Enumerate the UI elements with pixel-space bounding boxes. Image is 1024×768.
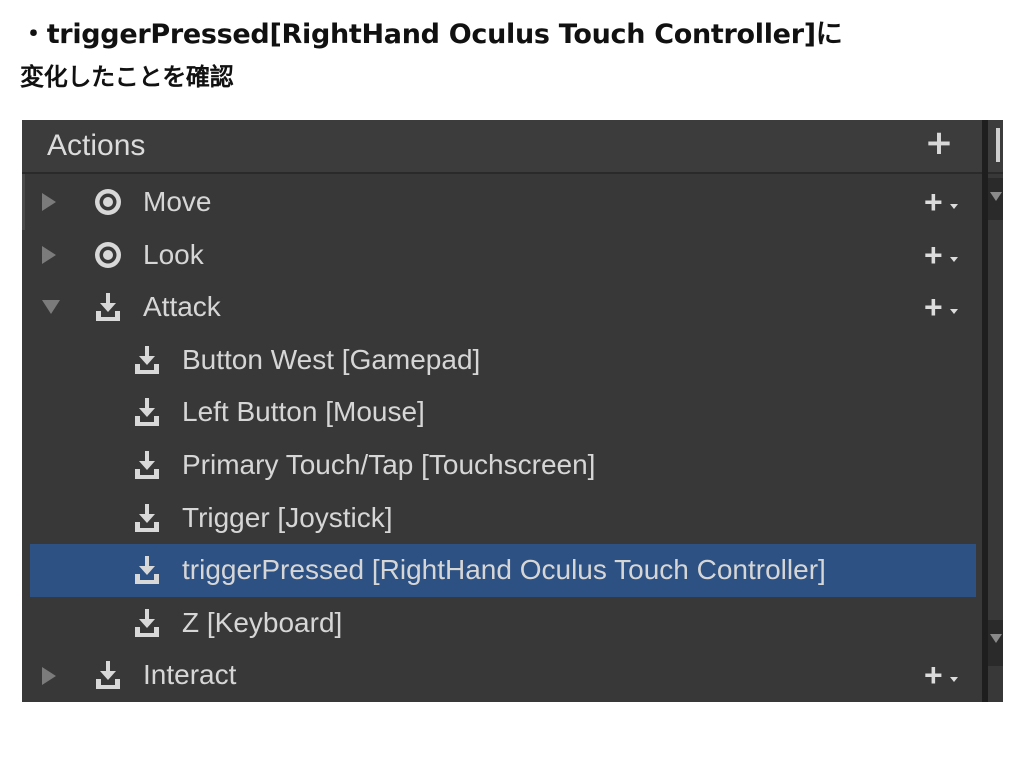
tree-scroll-edge [22, 174, 25, 230]
action-label: Attack [143, 291, 221, 323]
binding-label: Left Button [Mouse] [182, 396, 425, 428]
collapsed-arrow-icon[interactable] [42, 245, 56, 264]
binding-icon [130, 395, 164, 429]
binding-item[interactable]: Primary Touch/Tap [Touchscreen] [30, 439, 976, 492]
collapsed-arrow-icon[interactable] [42, 193, 56, 212]
value-action-icon [91, 238, 125, 272]
binding-label: Trigger [Joystick] [182, 501, 393, 533]
actions-panel: Actions + Move + Look + Attack + Button West [… [22, 120, 1003, 702]
button-action-icon [91, 658, 125, 692]
action-label: Look [143, 238, 204, 270]
foldout-arrow-icon[interactable] [990, 192, 1002, 201]
dropdown-caret-icon [950, 677, 958, 683]
binding-item[interactable]: Button West [Gamepad] [30, 334, 976, 387]
instruction-caption: ・triggerPressed[RightHand Oculus Touch C… [20, 14, 1010, 98]
button-action-icon [91, 290, 125, 324]
binding-icon [130, 553, 164, 587]
action-label: Interact [143, 659, 237, 691]
add-action-button[interactable]: + [924, 123, 954, 163]
binding-label: Button West [Gamepad] [182, 343, 481, 375]
action-item[interactable]: Interact + [30, 649, 976, 702]
action-item[interactable]: Attack + [30, 281, 976, 334]
dropdown-caret-icon [950, 204, 958, 209]
actions-panel-header: Actions + [22, 120, 982, 174]
caption-line-1: ・triggerPressed[RightHand Oculus Touch C… [20, 19, 843, 50]
collapsed-arrow-icon[interactable] [42, 666, 56, 685]
panel-title: Actions [47, 129, 146, 162]
binding-item[interactable]: Z [Keyboard] [30, 597, 976, 650]
caption-line-2: 変化したことを確認 [20, 63, 234, 91]
action-label: Move [143, 186, 212, 217]
binding-icon [130, 501, 164, 535]
dropdown-caret-icon [950, 256, 958, 262]
action-item[interactable]: Move + [30, 176, 976, 229]
binding-icon [130, 448, 164, 482]
binding-icon [130, 606, 164, 640]
value-action-icon [91, 185, 125, 219]
add-binding-button[interactable]: + [924, 182, 964, 222]
properties-panel-edge [988, 120, 1003, 702]
add-binding-button[interactable]: + [924, 235, 964, 275]
add-binding-button[interactable]: + [924, 287, 964, 327]
action-item[interactable]: Look + [30, 229, 976, 282]
expanded-arrow-icon[interactable] [42, 300, 60, 315]
binding-item[interactable]: triggerPressed [RightHand Oculus Touch C… [30, 544, 976, 597]
binding-item[interactable]: Trigger [Joystick] [30, 492, 976, 545]
binding-icon [130, 343, 164, 377]
actions-tree: Move + Look + Attack + Button West [Gamepad] Le… [30, 176, 976, 702]
foldout-arrow-icon[interactable] [990, 634, 1002, 643]
add-binding-button[interactable]: + [924, 655, 964, 695]
binding-label: triggerPressed [RightHand Oculus Touch C… [182, 554, 826, 586]
binding-label: Z [Keyboard] [182, 606, 343, 638]
binding-label: Primary Touch/Tap [Touchscreen] [182, 448, 596, 480]
binding-item[interactable]: Left Button [Mouse] [30, 386, 976, 439]
dropdown-caret-icon [950, 309, 958, 315]
